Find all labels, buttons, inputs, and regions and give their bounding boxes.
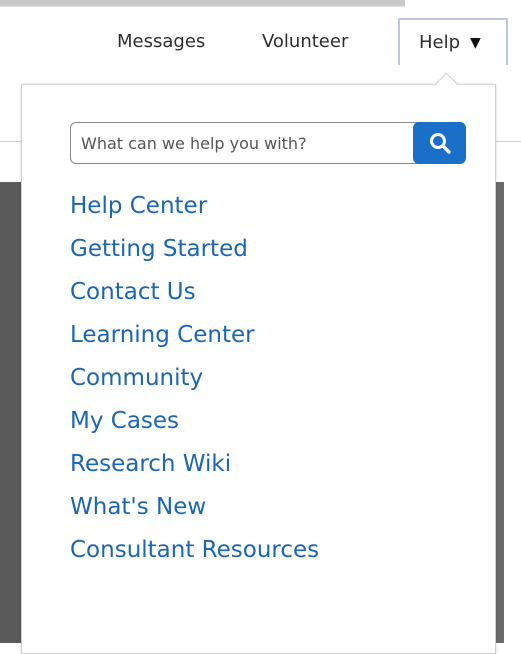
help-dropdown: Help Center Getting Started Contact Us L… [21, 72, 496, 654]
divider-left [0, 141, 22, 142]
menu-item-whats-new[interactable]: What's New [70, 486, 319, 529]
caret-down-icon: ▼ [470, 34, 481, 51]
nav-messages-link[interactable]: Messages [117, 31, 205, 52]
menu-item-community[interactable]: Community [70, 357, 319, 400]
dropdown-pointer [434, 72, 459, 97]
menu-item-getting-started[interactable]: Getting Started [70, 228, 319, 271]
menu-item-learning-center[interactable]: Learning Center [70, 314, 319, 357]
background-panel-right [495, 182, 504, 643]
help-search [70, 122, 466, 164]
search-icon [429, 133, 451, 154]
search-button[interactable] [413, 122, 466, 164]
menu-item-help-center[interactable]: Help Center [70, 185, 319, 228]
menu-item-my-cases[interactable]: My Cases [70, 400, 319, 443]
help-search-input[interactable] [70, 122, 420, 164]
menu-item-research-wiki[interactable]: Research Wiki [70, 443, 319, 486]
help-menu-list: Help Center Getting Started Contact Us L… [70, 185, 319, 572]
nav-volunteer-link[interactable]: Volunteer [262, 31, 348, 52]
help-menu-label: Help [419, 32, 461, 53]
top-nav: Messages Volunteer Help ▼ [0, 0, 521, 70]
help-menu-button[interactable]: Help ▼ [398, 18, 508, 65]
menu-item-contact-us[interactable]: Contact Us [70, 271, 319, 314]
divider-right [495, 141, 521, 142]
background-panel-left [0, 182, 22, 643]
menu-item-consultant-resources[interactable]: Consultant Resources [70, 529, 319, 572]
